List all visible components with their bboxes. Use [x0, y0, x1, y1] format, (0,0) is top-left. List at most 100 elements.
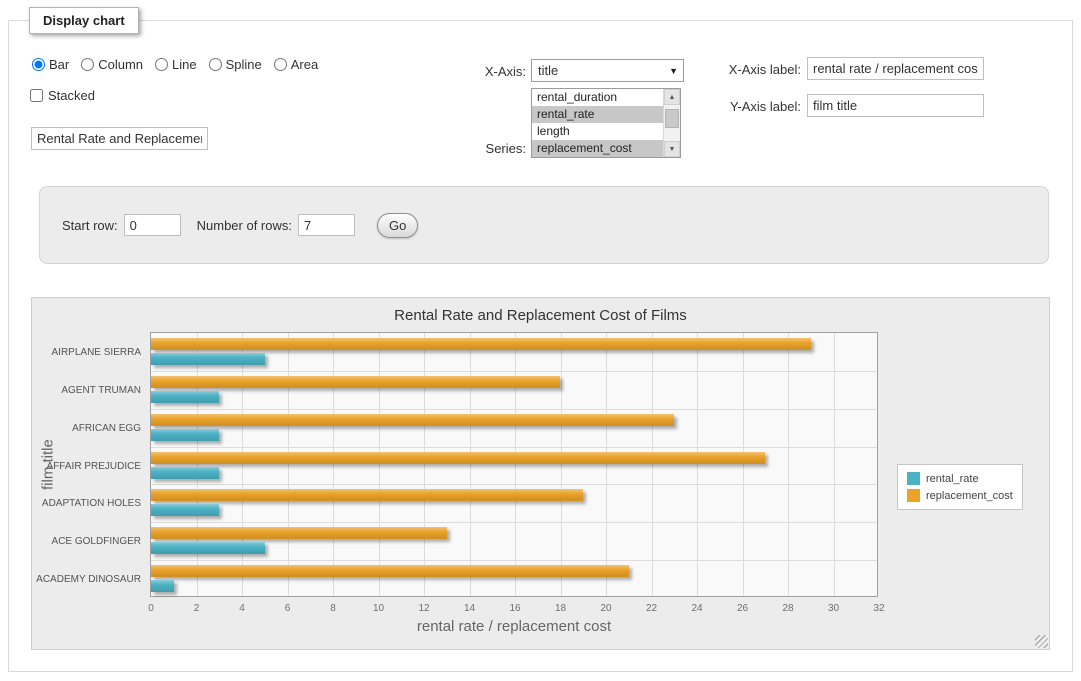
category-label: AIRPLANE SIERRA [52, 347, 141, 358]
x-tick-label: 18 [555, 603, 566, 614]
gridline-horizontal [151, 371, 877, 372]
display-chart-panel: Display chart BarColumnLineSplineArea St… [8, 20, 1073, 672]
series-caption: Series: [449, 141, 526, 156]
plot-area: 02468101214161820222426283032AIRPLANE SI… [150, 332, 878, 597]
gridline-horizontal [151, 560, 877, 561]
chart-type-radio-spline[interactable] [209, 58, 222, 71]
x-tick-label: 28 [782, 603, 793, 614]
series-option-rental_rate[interactable]: rental_rate [532, 106, 663, 123]
scrollbar-thumb[interactable] [665, 109, 679, 128]
category-label: ACADEMY DINOSAUR [36, 574, 141, 585]
chart-type-radio-line[interactable] [155, 58, 168, 71]
legend-entry: replacement_cost [907, 487, 1013, 504]
x-tick-label: 2 [194, 603, 200, 614]
gridline-vertical [333, 333, 334, 596]
chart-type-radio-bar[interactable] [32, 58, 45, 71]
series-option-rental_duration[interactable]: rental_duration [532, 89, 663, 106]
x-axis-caption: X-Axis: [449, 64, 526, 79]
scroll-up-icon[interactable]: ▲ [664, 89, 680, 105]
chart-type-radio-label: Spline [226, 57, 262, 72]
go-button[interactable]: Go [377, 213, 418, 238]
stacked-option[interactable]: Stacked [30, 88, 95, 103]
x-tick-label: 14 [464, 603, 475, 614]
row-range-panel: Start row: Number of rows: Go [39, 186, 1049, 264]
resize-handle[interactable] [1035, 635, 1048, 648]
chart-type-option-spline[interactable]: Spline [209, 57, 262, 72]
x-tick-label: 8 [330, 603, 336, 614]
chevron-down-icon: ▼ [669, 66, 678, 76]
series-listbox[interactable]: rental_durationrental_ratelengthreplacem… [531, 88, 681, 158]
x-tick-label: 20 [600, 603, 611, 614]
gridline-horizontal [151, 409, 877, 410]
gridline-vertical [242, 333, 243, 596]
legend-swatch [907, 489, 920, 502]
chart-type-radio-label: Area [291, 57, 318, 72]
start-row-input[interactable] [124, 214, 181, 236]
bar-replacement_cost [151, 452, 765, 464]
chart-type-radio-area[interactable] [274, 58, 287, 71]
x-tick-label: 26 [737, 603, 748, 614]
x-axis-select-value: title [538, 63, 558, 78]
legend-swatch [907, 472, 920, 485]
series-options: rental_durationrental_ratelengthreplacem… [532, 89, 663, 157]
gridline-vertical [515, 333, 516, 596]
x-axis-label-input[interactable] [807, 57, 984, 80]
listbox-scrollbar[interactable]: ▲ ▼ [663, 89, 680, 157]
series-option-replacement_cost[interactable]: replacement_cost [532, 140, 663, 157]
gridline-vertical [561, 333, 562, 596]
x-tick-label: 30 [828, 603, 839, 614]
bar-rental_rate [151, 467, 219, 479]
x-axis-label-caption: X-Axis label: [699, 62, 801, 77]
bar-replacement_cost [151, 338, 811, 350]
stacked-checkbox[interactable] [30, 89, 43, 102]
x-axis-select[interactable]: title ▼ [531, 59, 684, 82]
chart-type-option-bar[interactable]: Bar [32, 57, 69, 72]
chart-type-option-line[interactable]: Line [155, 57, 197, 72]
gridline-vertical [470, 333, 471, 596]
gridline-vertical [379, 333, 380, 596]
bar-replacement_cost [151, 376, 560, 388]
start-row-caption: Start row: [62, 218, 118, 233]
gridline-vertical [697, 333, 698, 596]
y-axis-label-caption: Y-Axis label: [699, 99, 801, 114]
x-tick-label: 6 [285, 603, 291, 614]
category-label: ACE GOLDFINGER [52, 536, 141, 547]
scroll-down-icon[interactable]: ▼ [664, 141, 680, 157]
gridline-horizontal [151, 522, 877, 523]
x-tick-label: 24 [691, 603, 702, 614]
gridline-vertical [788, 333, 789, 596]
bar-rental_rate [151, 353, 265, 365]
y-axis-label-input[interactable] [807, 94, 984, 117]
x-tick-label: 12 [418, 603, 429, 614]
legend-label: replacement_cost [926, 490, 1013, 502]
chart-type-radio-label: Line [172, 57, 197, 72]
series-option-length[interactable]: length [532, 123, 663, 140]
chart-type-radio-label: Bar [49, 57, 69, 72]
chart-type-option-column[interactable]: Column [81, 57, 143, 72]
gridline-vertical [424, 333, 425, 596]
chart-type-radio-label: Column [98, 57, 143, 72]
x-tick-label: 10 [373, 603, 384, 614]
x-axis-title: rental rate / replacement cost [150, 618, 878, 635]
gridline-vertical [743, 333, 744, 596]
gridline-horizontal [151, 484, 877, 485]
bar-rental_rate [151, 429, 219, 441]
gridline-vertical [288, 333, 289, 596]
bar-replacement_cost [151, 565, 629, 577]
category-label: AFFAIR PREJUDICE [47, 461, 141, 472]
gridline-vertical [606, 333, 607, 596]
bar-replacement_cost [151, 527, 447, 539]
chart-title-input[interactable] [31, 127, 208, 150]
gridline-vertical [197, 333, 198, 596]
num-rows-input[interactable] [298, 214, 355, 236]
gridline-vertical [652, 333, 653, 596]
x-tick-label: 4 [239, 603, 245, 614]
category-label: ADAPTATION HOLES [42, 498, 141, 509]
chart-legend: rental_ratereplacement_cost [897, 464, 1023, 510]
gridline-horizontal [151, 447, 877, 448]
gridline-vertical [834, 333, 835, 596]
chart-panel: Rental Rate and Replacement Cost of Film… [31, 297, 1050, 650]
chart-type-option-area[interactable]: Area [274, 57, 318, 72]
chart-type-radio-column[interactable] [81, 58, 94, 71]
x-tick-label: 22 [646, 603, 657, 614]
